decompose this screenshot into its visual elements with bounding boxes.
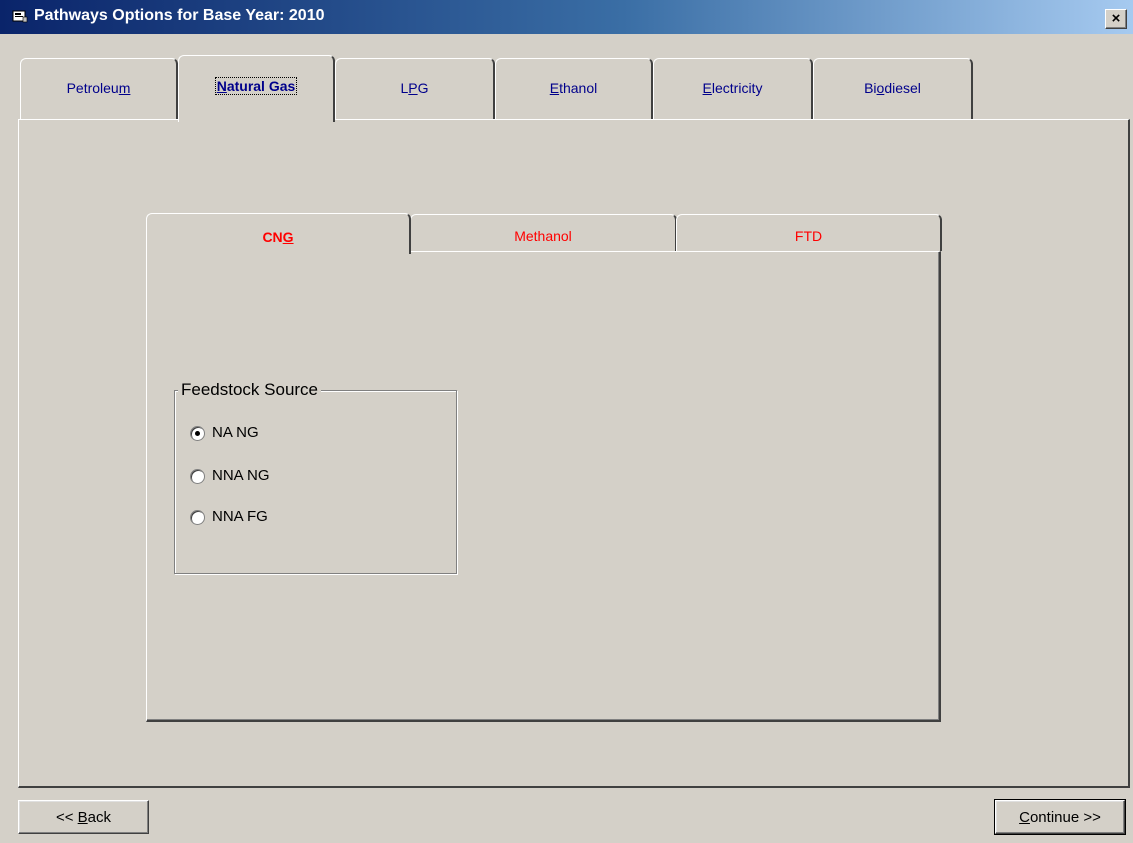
tab-electricity-label: Electricity bbox=[702, 80, 763, 96]
radio-unselected-icon[interactable] bbox=[190, 509, 205, 525]
title-bar: Pathways Options for Base Year: 2010 × bbox=[0, 0, 1133, 34]
back-button[interactable]: << Back bbox=[18, 800, 149, 834]
close-icon: × bbox=[1111, 10, 1121, 27]
app-icon bbox=[12, 10, 28, 23]
continue-button-label: Continue >> bbox=[1019, 809, 1101, 826]
window-title: Pathways Options for Base Year: 2010 bbox=[34, 7, 325, 24]
tab-ethanol-label: Ethanol bbox=[549, 80, 598, 96]
tab-electricity[interactable]: Electricity bbox=[653, 58, 813, 119]
radio-nna-fg[interactable]: NNA FG bbox=[190, 508, 268, 525]
tab-cng-label: CNG bbox=[262, 229, 294, 245]
selected-inner-tab-joint bbox=[148, 250, 406, 253]
tab-lpg[interactable]: LPG bbox=[335, 58, 495, 119]
radio-nna-ng[interactable]: NNA NG bbox=[190, 467, 270, 484]
close-button[interactable]: × bbox=[1105, 9, 1127, 29]
selected-tab-joint bbox=[180, 118, 331, 121]
back-button-label: << Back bbox=[55, 809, 112, 826]
tab-petroleum[interactable]: Petroleum bbox=[20, 58, 178, 119]
tab-biodiesel[interactable]: Biodiesel bbox=[813, 58, 973, 119]
tab-cng[interactable]: CNG bbox=[146, 213, 411, 254]
tab-lpg-label: LPG bbox=[400, 80, 429, 96]
radio-unselected-icon[interactable] bbox=[190, 468, 205, 484]
continue-button[interactable]: Continue >> bbox=[994, 799, 1126, 835]
tab-natural-gas[interactable]: Natural Gas bbox=[178, 55, 335, 122]
tab-petroleum-label: Petroleum bbox=[66, 80, 131, 96]
radio-selected-icon[interactable] bbox=[190, 425, 205, 441]
tab-ethanol[interactable]: Ethanol bbox=[495, 58, 653, 119]
radio-na-ng[interactable]: NA NG bbox=[190, 424, 259, 441]
radio-na-ng-label: NA NG bbox=[212, 424, 259, 441]
tab-natural-gas-label: Natural Gas bbox=[214, 77, 298, 95]
feedstock-source-legend: Feedstock Source bbox=[178, 380, 322, 400]
radio-nna-ng-label: NNA NG bbox=[212, 467, 270, 484]
radio-nna-fg-label: NNA FG bbox=[212, 508, 268, 525]
tab-biodiesel-label: Biodiesel bbox=[864, 80, 921, 96]
